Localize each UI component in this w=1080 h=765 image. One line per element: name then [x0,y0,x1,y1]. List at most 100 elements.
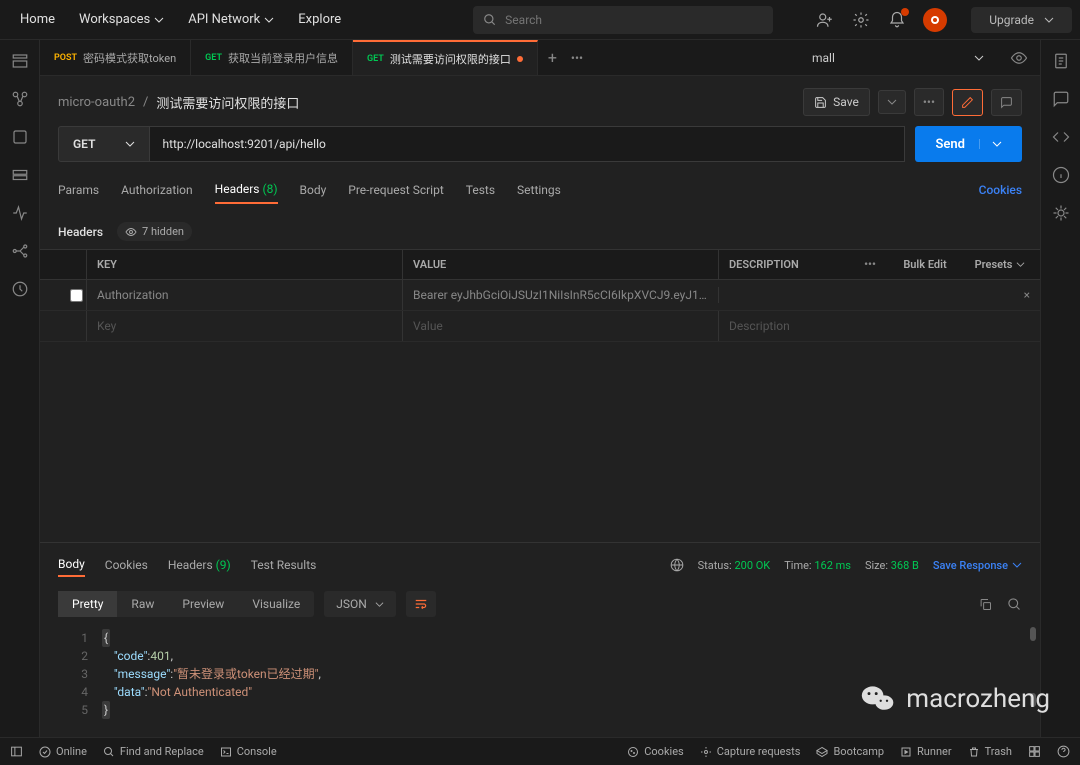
tab-1[interactable]: GET获取当前登录用户信息 [191,40,353,75]
resp-tab-headers[interactable]: Headers (9) [168,554,231,576]
more-actions[interactable]: ••• [914,88,944,116]
chevron-down-icon [264,15,274,25]
related-icon[interactable] [1052,204,1070,222]
bulk-edit[interactable]: Bulk Edit [890,250,960,279]
comment-button[interactable] [991,89,1022,116]
nav-home[interactable]: Home [8,12,67,27]
req-tab-body[interactable]: Body [300,177,327,203]
copy-icon[interactable] [978,597,993,612]
invite-icon[interactable] [815,10,835,30]
bb-capture[interactable]: Capture requests [700,745,801,758]
save-response-button[interactable]: Save Response [933,559,1022,572]
headers-label: Headers [58,225,103,239]
nav-api-network[interactable]: API Network [176,12,286,27]
scrollbar[interactable] [1030,693,1036,707]
edit-button[interactable] [952,89,983,116]
console-toggle[interactable]: Console [220,745,277,758]
unsaved-dot [517,56,523,62]
tab-bar: POST密码模式获取token GET获取当前登录用户信息 GET测试需要访问权… [40,40,1040,76]
header-row-new[interactable]: Key Value Description [40,311,1040,342]
chevron-down-icon [1044,15,1054,25]
notification-dot [901,8,909,16]
column-options[interactable]: ••• [850,250,890,279]
chevron-down-icon [125,139,135,149]
wrap-lines-icon[interactable] [406,591,436,617]
env-quicklook-icon[interactable] [998,40,1040,75]
breadcrumb-collection[interactable]: micro-oauth2 [58,95,135,110]
search-icon [483,13,497,27]
format-select[interactable]: JSON [324,591,396,617]
nav-workspaces[interactable]: Workspaces [67,12,176,27]
nav-explore[interactable]: Explore [286,12,353,27]
code-icon[interactable] [1052,128,1070,146]
environment-select[interactable]: mall [798,40,998,75]
sidebar-toggle-icon[interactable] [10,745,23,758]
response-body[interactable]: 1{ 2 "code": 401, 3 "message": "暂未登录或tok… [40,625,1040,737]
resp-tab-cookies[interactable]: Cookies [105,554,148,576]
documentation-icon[interactable] [1052,52,1070,70]
send-button[interactable]: Send [915,126,1022,162]
scrollbar[interactable] [1030,627,1036,641]
header-row[interactable]: Authorization Bearer eyJhbGciOiJSUzI1NiI… [40,280,1040,311]
breadcrumb-request: 测试需要访问权限的接口 [156,93,299,112]
history-icon[interactable] [11,280,29,298]
req-tab-settings[interactable]: Settings [517,177,561,203]
layout-icon[interactable] [1028,745,1041,758]
tab-0[interactable]: POST密码模式获取token [40,40,191,75]
req-tab-tests[interactable]: Tests [466,177,495,203]
search-box[interactable] [473,6,773,34]
resp-tab-tests[interactable]: Test Results [251,554,317,576]
globe-icon[interactable] [670,558,684,572]
notifications-icon[interactable] [887,10,907,30]
view-raw[interactable]: Raw [117,591,168,617]
collections-icon[interactable] [11,52,29,70]
comments-icon[interactable] [1052,90,1070,108]
search-input[interactable] [505,13,763,27]
help-icon[interactable] [1057,745,1070,758]
flows-icon[interactable] [11,242,29,260]
header-desc[interactable] [718,287,1024,303]
method-select[interactable]: GET [58,126,150,162]
req-tab-headers[interactable]: Headers (8) [215,176,278,204]
save-button[interactable]: Save [803,88,870,116]
mock-servers-icon[interactable] [11,166,29,184]
user-avatar[interactable] [923,8,947,32]
upgrade-button[interactable]: Upgrade [971,7,1072,33]
right-sidebar [1040,40,1080,737]
save-dropdown[interactable] [878,90,906,114]
search-response-icon[interactable] [1007,597,1022,612]
presets-dropdown[interactable]: Presets [960,250,1040,279]
bb-trash[interactable]: Trash [968,745,1012,758]
url-input[interactable] [150,126,905,162]
view-visualize[interactable]: Visualize [238,591,314,617]
req-tab-prerequest[interactable]: Pre-request Script [348,177,443,203]
monitors-icon[interactable] [11,204,29,222]
online-status[interactable]: Online [39,745,87,758]
chevron-down-icon [154,15,164,25]
cookies-link[interactable]: Cookies [979,183,1022,197]
new-tab-icon[interactable]: + [548,48,557,67]
view-pretty[interactable]: Pretty [58,591,117,617]
settings-icon[interactable] [851,10,871,30]
chevron-down-icon [974,53,984,63]
tab-options-icon[interactable]: ••• [571,51,583,65]
bb-bootcamp[interactable]: Bootcamp [816,745,884,758]
find-replace[interactable]: Find and Replace [103,745,204,758]
info-icon[interactable] [1052,166,1070,184]
req-tab-params[interactable]: Params [58,177,99,203]
bb-runner[interactable]: Runner [900,745,952,758]
req-tab-auth[interactable]: Authorization [121,177,193,203]
hidden-headers-toggle[interactable]: 7 hidden [117,222,192,241]
tab-2[interactable]: GET测试需要访问权限的接口 [353,40,538,75]
status-bar: Online Find and Replace Console Cookies … [0,737,1080,765]
header-key[interactable]: Authorization [86,280,402,310]
resp-tab-body[interactable]: Body [58,553,85,577]
header-checkbox[interactable] [70,289,83,302]
left-sidebar [0,40,40,737]
header-value[interactable]: Bearer eyJhbGciOiJSUzI1NiIsInR5cCI6IkpXV… [402,280,718,310]
bb-cookies[interactable]: Cookies [627,745,683,758]
view-preview[interactable]: Preview [168,591,238,617]
delete-row-icon[interactable]: × [1024,288,1030,302]
apis-icon[interactable] [11,90,29,108]
environments-icon[interactable] [11,128,29,146]
